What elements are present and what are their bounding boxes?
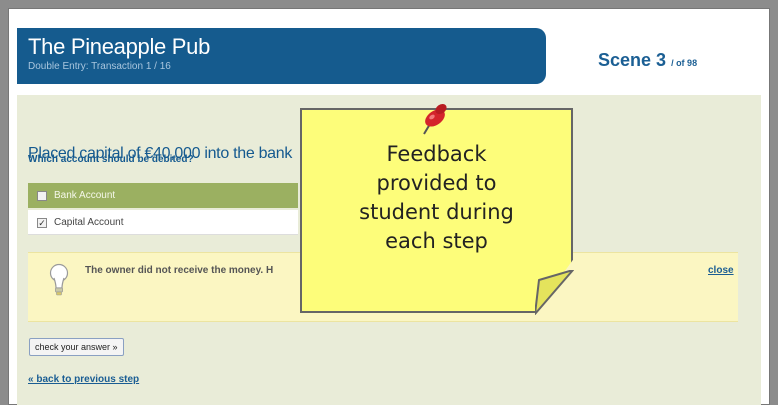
option-label: Capital Account bbox=[54, 217, 124, 228]
option-bank-account[interactable]: Bank Account bbox=[28, 183, 298, 208]
checkbox-icon[interactable]: ✓ bbox=[37, 218, 47, 228]
option-capital-account[interactable]: ✓ Capital Account bbox=[28, 210, 298, 235]
option-label: Bank Account bbox=[54, 190, 116, 201]
scene-label: Scene 3 bbox=[598, 50, 667, 70]
scene-counter: Scene 3 / of 98 bbox=[598, 50, 697, 71]
sticky-note-text: Feedback provided to student during each… bbox=[300, 140, 573, 256]
scene-total: / of 98 bbox=[671, 58, 698, 68]
note-line: student during bbox=[359, 200, 514, 224]
note-line: provided to bbox=[376, 171, 497, 195]
lightbulb-icon bbox=[49, 263, 69, 296]
check-answer-button[interactable]: check your answer » bbox=[29, 338, 124, 356]
feedback-text: The owner did not receive the money. H bbox=[85, 265, 274, 276]
note-line: Feedback bbox=[386, 142, 487, 166]
app-title: The Pineapple Pub bbox=[28, 34, 211, 59]
close-link[interactable]: close bbox=[708, 265, 734, 276]
pushpin-icon bbox=[423, 103, 447, 135]
note-line: each step bbox=[385, 229, 488, 253]
question-prompt: Which account should be debited? bbox=[28, 154, 194, 165]
back-to-previous-step-link[interactable]: « back to previous step bbox=[28, 374, 139, 385]
app-subtitle: Double Entry: Transaction 1 / 16 bbox=[28, 61, 171, 72]
checkbox-icon[interactable] bbox=[37, 191, 47, 201]
note-fold bbox=[535, 270, 574, 315]
